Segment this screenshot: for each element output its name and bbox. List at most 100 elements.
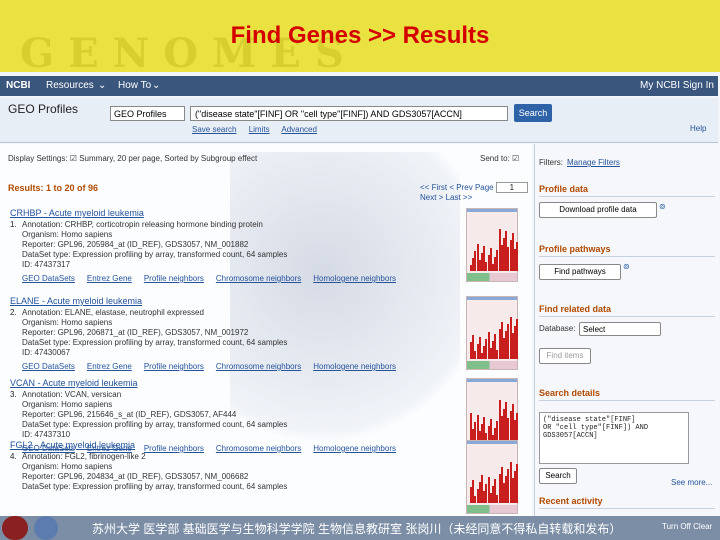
result-reporter: Reporter: GPL96, 205984_at (ID_REF), GDS… <box>22 240 249 249</box>
database-select[interactable]: GEO Profiles <box>110 106 185 121</box>
sidebar-search-button[interactable]: Search <box>539 468 577 484</box>
send-to-menu[interactable]: Send to: ☑ <box>480 154 519 163</box>
howto-menu[interactable]: How To <box>118 80 151 91</box>
profile-pathways-panel: Profile pathways <box>539 244 715 257</box>
profile-bar <box>516 242 519 271</box>
pager: << First < Prev Page 1 Next > Last >> <box>420 182 532 202</box>
database-select[interactable]: Select <box>579 322 661 336</box>
geo-search-header: GEO Profiles GEO Profiles ("disease stat… <box>0 98 718 143</box>
result-organism: Organism: Homo sapiens <box>22 230 113 239</box>
pager-prev[interactable]: < Prev <box>449 183 472 192</box>
result-organism: Organism: Homo sapiens <box>22 318 113 327</box>
chromosome-neighbors-link[interactable]: Chromosome neighbors <box>216 362 301 371</box>
result-annotation: Annotation: ELANE, elastase, neutrophil … <box>22 308 204 317</box>
howto-chevron-icon[interactable]: ⌄ <box>152 80 160 91</box>
profile-data-panel: Profile data <box>539 184 715 197</box>
university-seal-logo <box>2 516 28 540</box>
profile-bar <box>516 319 519 359</box>
find-related-heading: Find related data <box>539 304 715 317</box>
right-sidebar: Filters: Manage Filters Profile data Dow… <box>534 144 719 516</box>
entrez-gene-link[interactable]: Entrez Gene <box>87 362 132 371</box>
profile-thumbnail[interactable] <box>466 208 519 282</box>
result-annotation: Annotation: FGL2, fibrinogen-like 2 <box>22 452 146 461</box>
see-more-link[interactable]: See more... <box>671 478 712 487</box>
profile-neighbors-link[interactable]: Profile neighbors <box>144 362 204 371</box>
homologene-neighbors-link[interactable]: Homologene neighbors <box>313 274 396 283</box>
account-links[interactable]: My NCBI Sign In <box>640 80 714 91</box>
result-title[interactable]: CRHBP - Acute myeloid leukemia <box>10 208 144 218</box>
geo-datasets-link[interactable]: GEO DataSets <box>22 362 75 371</box>
turn-off-clear-links[interactable]: Turn Off Clear <box>662 522 712 531</box>
result-reporter: Reporter: GPL96, 204834_at (ID_REF), GDS… <box>22 472 249 481</box>
search-input[interactable]: ("disease state"[FINF] OR "cell type"[FI… <box>190 106 508 121</box>
result-item: CRHBP - Acute myeloid leukemia 1. Annota… <box>0 208 532 286</box>
result-number: 4. <box>10 452 17 461</box>
download-profile-button[interactable]: Download profile data <box>539 202 657 218</box>
pager-page-label: Page <box>474 183 494 192</box>
pager-next[interactable]: Next > <box>420 193 443 202</box>
result-organism: Organism: Homo sapiens <box>22 462 113 471</box>
profile-pathways-heading: Profile pathways <box>539 244 715 257</box>
geo-datasets-link[interactable]: GEO DataSets <box>22 274 75 283</box>
slide-title-bar: GENOMES Find Genes >> Results <box>0 0 720 77</box>
results-pane: Display Settings: ☑ Summary, 20 per page… <box>0 144 532 516</box>
recent-activity-panel: Recent activity <box>539 496 715 509</box>
profile-neighbors-link[interactable]: Profile neighbors <box>144 274 204 283</box>
result-links: GEO DataSets Entrez Gene Profile neighbors… <box>22 362 408 371</box>
result-item: ELANE - Acute myeloid leukemia 2. Annota… <box>0 296 532 374</box>
profile-bar <box>516 464 519 503</box>
search-details-heading: Search details <box>539 388 715 401</box>
result-id: ID: 47437310 <box>22 430 71 439</box>
result-dataset-type: DataSet type: Expression profiling by ar… <box>22 482 288 491</box>
result-annotation: Annotation: VCAN, versican <box>22 390 122 399</box>
manage-filters-link[interactable]: Manage Filters <box>567 158 620 167</box>
footer-text: 苏州大学 医学部 基础医学与生物科学学院 生物信息教研室 张岗川（未经同意不得私… <box>92 522 622 536</box>
pager-first[interactable]: << First <box>420 183 447 192</box>
result-title[interactable]: ELANE - Acute myeloid leukemia <box>10 296 142 306</box>
page-title: GEO Profiles <box>8 102 79 116</box>
database-label: Database: <box>539 324 576 333</box>
department-logo <box>34 516 58 540</box>
profile-thumbnail[interactable] <box>466 440 519 514</box>
pager-last[interactable]: Last >> <box>446 193 473 202</box>
help-icon[interactable]: ⊚ <box>623 262 630 271</box>
results-count: Results: 1 to 20 of 96 <box>8 183 99 193</box>
resources-chevron-icon[interactable]: ⌄ <box>98 80 106 91</box>
footer-bar: 苏州大学 医学部 基础医学与生物科学学院 生物信息教研室 张岗川（未经同意不得私… <box>0 516 720 540</box>
filters-label: Filters: <box>539 158 563 167</box>
result-item: FGL2 - Acute myeloid leukemia 4. Annotat… <box>0 440 532 516</box>
search-details-query[interactable]: ("disease state"[FINF] OR "cell type"[FI… <box>539 412 689 464</box>
search-details-panel: Search details <box>539 388 715 401</box>
homologene-neighbors-link[interactable]: Homologene neighbors <box>313 362 396 371</box>
result-title[interactable]: FGL2 - Acute myeloid leukemia <box>10 440 135 450</box>
result-reporter: Reporter: GPL96, 215646_s_at (ID_REF), G… <box>22 410 237 419</box>
result-dataset-type: DataSet type: Expression profiling by ar… <box>22 338 288 347</box>
profile-thumbnail[interactable] <box>466 296 519 370</box>
result-number: 2. <box>10 308 17 317</box>
resources-menu[interactable]: Resources <box>46 80 94 91</box>
result-title[interactable]: VCAN - Acute myeloid leukemia <box>10 378 138 388</box>
result-organism: Organism: Homo sapiens <box>22 400 113 409</box>
result-dataset-type: DataSet type: Expression profiling by ar… <box>22 250 288 259</box>
ncbi-logo[interactable]: NCBI <box>6 80 30 91</box>
search-button[interactable]: Search <box>514 104 552 122</box>
result-annotation: Annotation: CRHBP, corticotropin releasi… <box>22 220 263 229</box>
chromosome-neighbors-link[interactable]: Chromosome neighbors <box>216 274 301 283</box>
ncbi-top-bar: NCBI Resources ⌄ How To ⌄ My NCBI Sign I… <box>0 76 718 96</box>
find-items-button[interactable]: Find items <box>539 348 591 364</box>
search-sublinks: Save search Limits Advanced <box>192 125 327 134</box>
profile-data-heading: Profile data <box>539 184 715 197</box>
find-pathways-button[interactable]: Find pathways <box>539 264 621 280</box>
result-dataset-type: DataSet type: Expression profiling by ar… <box>22 420 288 429</box>
recent-activity-heading: Recent activity <box>539 496 715 509</box>
pager-page-input[interactable]: 1 <box>495 182 528 193</box>
limits-link[interactable]: Limits <box>249 125 270 134</box>
display-settings[interactable]: Display Settings: ☑ Summary, 20 per page… <box>8 154 257 163</box>
help-icon[interactable]: ⊚ <box>659 202 666 211</box>
advanced-link[interactable]: Advanced <box>281 125 317 134</box>
result-number: 1. <box>10 220 17 229</box>
help-link[interactable]: Help <box>690 124 706 133</box>
result-id: ID: 47437317 <box>22 260 71 269</box>
save-search-link[interactable]: Save search <box>192 125 236 134</box>
entrez-gene-link[interactable]: Entrez Gene <box>87 274 132 283</box>
